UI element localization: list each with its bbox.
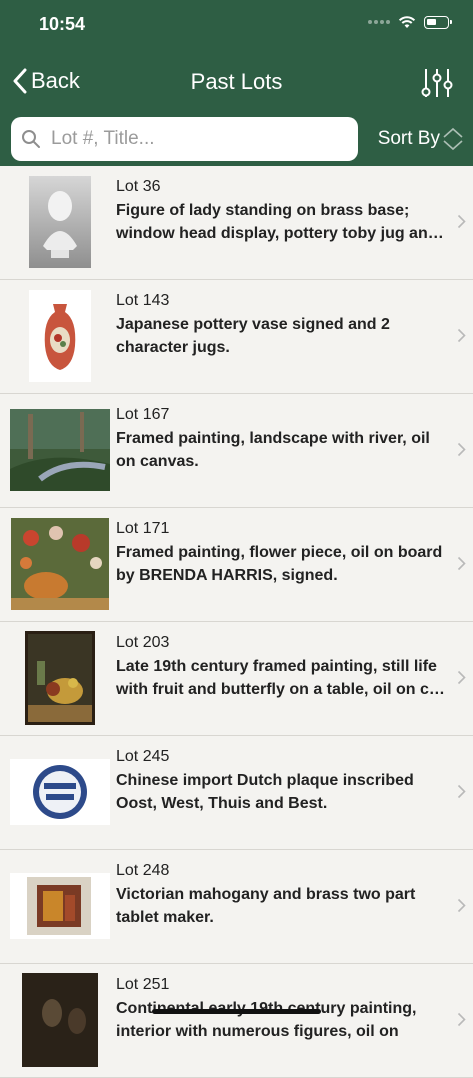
lot-title: Late 19th century framed painting, still… [116,658,445,698]
lot-thumbnail [10,402,110,498]
lot-thumbnail [10,516,110,612]
lot-thumbnail [10,288,110,384]
search-icon [22,130,40,148]
landscape-painting [10,409,110,491]
signal-icon [368,20,390,24]
lot-number: Lot 167 [116,406,170,423]
lot-thumbnail [10,174,110,270]
sort-by-label: Sort By [377,128,440,149]
status-icons [368,15,452,29]
lot-number: Lot 245 [116,748,170,765]
bust-photo [29,176,91,268]
lot-row[interactable]: Lot 251 Continental early 19th century p… [0,964,473,1078]
chevron-right-icon [457,442,466,457]
plaque-photo [10,759,110,825]
home-indicator [152,1009,321,1014]
lot-title: Framed painting, landscape with river, o… [116,430,430,470]
chevron-right-icon [457,556,466,571]
chevron-right-icon [457,214,466,229]
lot-number: Lot 143 [116,292,170,309]
framed-picture [10,873,110,939]
search-input[interactable] [49,127,333,151]
status-time: 10:54 [39,14,86,34]
nav-header: 10:54 Back Past Lots Sort By [0,0,473,166]
chevron-right-icon [457,328,466,343]
lot-title: Framed painting, flower piece, oil on bo… [116,544,443,584]
filter-sliders-icon[interactable] [421,66,453,100]
lot-number: Lot 251 [116,976,170,993]
lot-title: Chinese import Dutch plaque inscribed Oo… [116,772,414,812]
chevron-right-icon [457,1012,466,1027]
interior-painting [22,973,98,1067]
lot-row[interactable]: Lot 245 Chinese import Dutch plaque insc… [0,736,473,850]
lot-thumbnail [10,744,110,840]
chevron-right-icon [457,784,466,799]
lot-row[interactable]: Lot 248 Victorian mahogany and brass two… [0,850,473,964]
sort-by-button[interactable]: Sort By [378,126,464,152]
lot-title: Continental early 19th century painting,… [116,1000,417,1040]
lot-thumbnail [10,630,110,726]
lot-title: Japanese pottery vase signed and 2 chara… [116,316,390,356]
lot-number: Lot 171 [116,520,170,537]
battery-icon [424,15,452,29]
flower-painting [11,518,109,610]
lot-thumbnail [10,972,110,1068]
lot-title: Victorian mahogany and brass two part ta… [116,886,416,926]
lot-number: Lot 203 [116,634,170,651]
lot-row[interactable]: Lot 171 Framed painting, flower piece, o… [0,508,473,622]
lot-thumbnail [10,858,110,954]
lots-list: Lot 36 Figure of lady standing on brass … [0,166,473,1078]
wifi-icon [398,16,416,28]
lot-row[interactable]: Lot 36 Figure of lady standing on brass … [0,166,473,280]
lot-row[interactable]: Lot 167 Framed painting, landscape with … [0,394,473,508]
chevron-right-icon [457,670,466,685]
lot-row[interactable]: Lot 203 Late 19th century framed paintin… [0,622,473,736]
sort-diamond-icon [443,127,463,151]
page-title: Past Lots [190,69,283,94]
lot-row[interactable]: Lot 143 Japanese pottery vase signed and… [0,280,473,394]
lot-number: Lot 248 [116,862,170,879]
lot-number: Lot 36 [116,178,161,195]
chevron-right-icon [457,898,466,913]
lot-title: Figure of lady standing on brass base; w… [116,202,444,242]
still-life-painting [25,631,95,725]
vase-photo [29,290,91,382]
search-box[interactable] [11,117,358,161]
